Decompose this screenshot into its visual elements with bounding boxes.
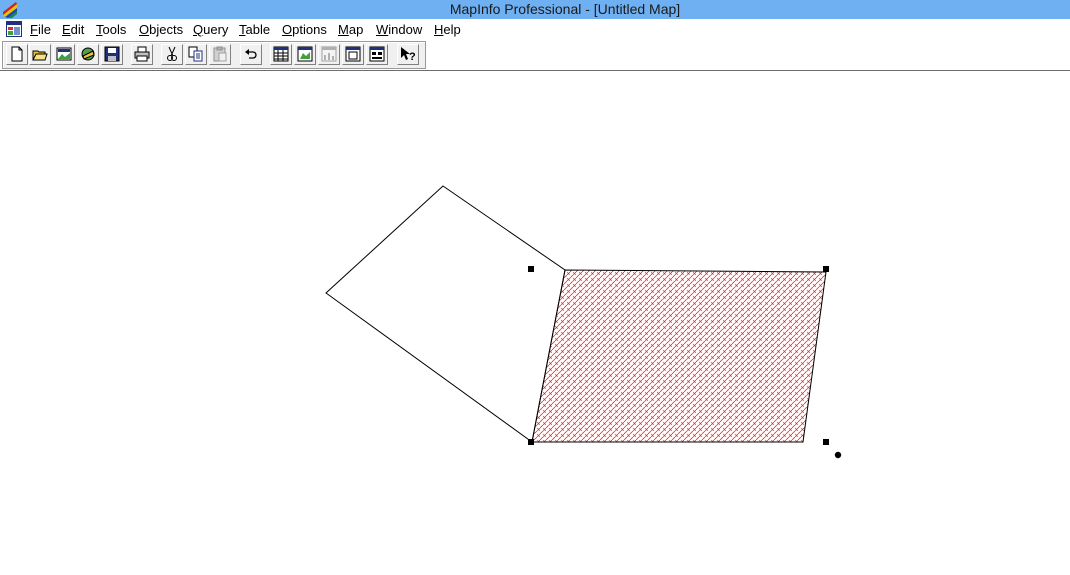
menu-table[interactable]: Table: [239, 22, 270, 37]
new-map-window-button[interactable]: [294, 44, 316, 65]
selection-handle-top-left[interactable]: [528, 266, 534, 272]
cut-icon: [167, 46, 177, 61]
copy-icon: [188, 46, 203, 62]
menu-objects[interactable]: Objects: [139, 22, 183, 37]
map-window-canvas[interactable]: [0, 71, 1070, 575]
save-icon: [104, 46, 120, 62]
new-redistrict-window-button[interactable]: [366, 44, 388, 65]
open-dbms-icon: [81, 47, 95, 61]
menu-options[interactable]: Options: [282, 22, 327, 37]
cut-button[interactable]: [161, 44, 183, 65]
menu-query[interactable]: Query: [193, 22, 228, 37]
undo-icon: [245, 49, 257, 59]
menu-window[interactable]: Window: [376, 22, 422, 37]
help-button[interactable]: ?: [397, 44, 419, 65]
menu-bar: File Edit Tools Objects Query Table Opti…: [0, 19, 1070, 40]
new-graph-window-button[interactable]: [318, 44, 340, 65]
print-icon: [134, 46, 150, 62]
menu-file[interactable]: File: [30, 22, 51, 37]
print-button[interactable]: [131, 44, 153, 65]
menu-edit[interactable]: Edit: [62, 22, 84, 37]
open-workspace-button[interactable]: [53, 44, 75, 65]
mouse-cursor: [834, 451, 842, 459]
new-button[interactable]: [6, 44, 28, 65]
selection-handle-bottom-right[interactable]: [823, 439, 829, 445]
save-button[interactable]: [101, 44, 123, 65]
selection-handle-top-right[interactable]: [823, 266, 829, 272]
svg-text:?: ?: [409, 51, 416, 62]
copy-button[interactable]: [185, 44, 207, 65]
toolbar-area: ?: [0, 40, 1070, 71]
help-icon: ?: [401, 47, 416, 62]
open-button[interactable]: [29, 44, 51, 65]
window-title: MapInfo Professional - [Untitled Map]: [449, 1, 681, 17]
selected-map-region[interactable]: [531, 269, 827, 443]
new-browser-window-button[interactable]: [270, 44, 292, 65]
open-icon: [32, 50, 48, 61]
map-window-icon: [297, 46, 313, 62]
layout-window-icon: [345, 46, 361, 62]
new-layout-window-button[interactable]: [342, 44, 364, 65]
open-dbms-button[interactable]: [77, 44, 99, 65]
browser-window-icon: [273, 46, 289, 62]
paste-icon: [213, 46, 227, 62]
map-document-icon[interactable]: [6, 21, 22, 37]
menu-map[interactable]: Map: [338, 22, 363, 37]
undo-button[interactable]: [240, 44, 262, 65]
menu-help[interactable]: Help: [434, 22, 461, 37]
redistrict-window-icon: [369, 46, 385, 62]
open-workspace-icon: [56, 47, 72, 61]
standard-toolbar: ?: [2, 41, 426, 69]
map-region-polygon[interactable]: [325, 185, 566, 443]
new-icon: [11, 46, 23, 62]
paste-button[interactable]: [209, 44, 231, 65]
graph-window-icon: [321, 46, 337, 62]
title-bar: MapInfo Professional - [Untitled Map]: [0, 0, 1070, 19]
menu-tools[interactable]: Tools: [96, 22, 126, 37]
selection-handle-bottom-left[interactable]: [528, 439, 534, 445]
